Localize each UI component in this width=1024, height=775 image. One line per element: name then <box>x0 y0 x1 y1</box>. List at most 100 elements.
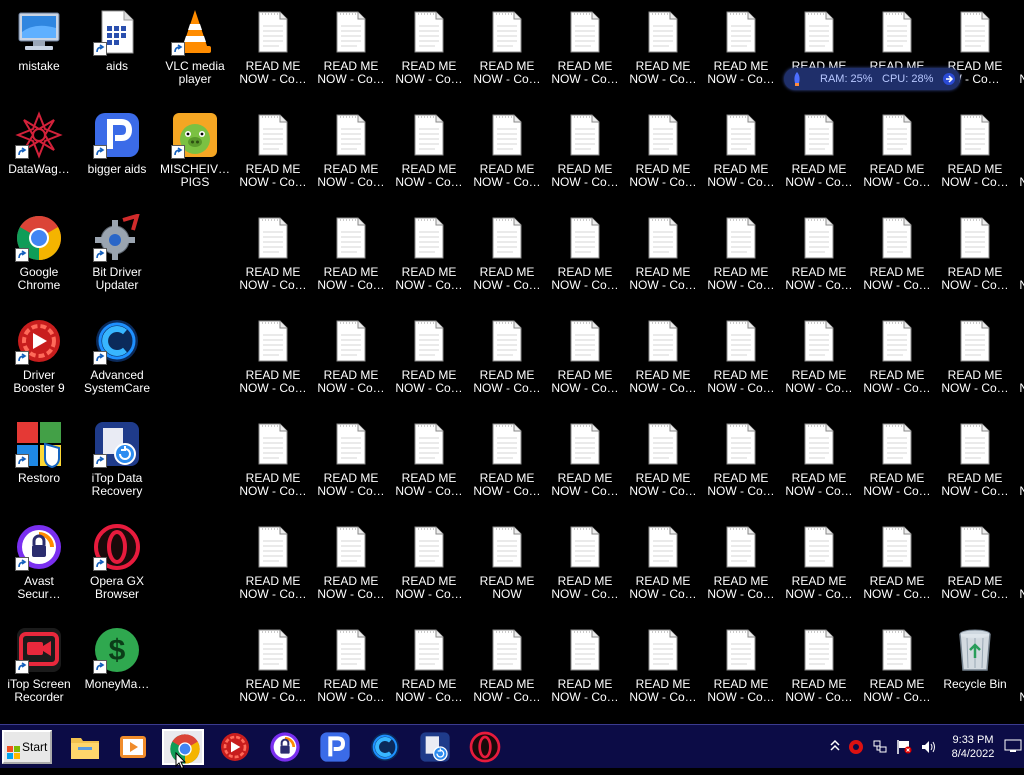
desktop-icon-gear[interactable]: Bit Driver Updater <box>78 210 156 310</box>
readme-file[interactable]: READ ME NOW - Co… <box>702 4 780 104</box>
desktop-icon-p-letter[interactable]: bigger aids <box>78 107 156 207</box>
desktop-icon-money[interactable]: $ MoneyMa… <box>78 622 156 722</box>
desktop-icon-datawag[interactable]: DataWag… <box>0 107 78 207</box>
readme-file[interactable]: READ ME NOW - Co… <box>936 416 1014 516</box>
readme-file[interactable]: READ ME NOW - Co… <box>234 210 312 310</box>
readme-file[interactable]: READ ME NOW - Co… <box>1014 210 1024 310</box>
readme-file[interactable]: READ ME NOW - Co… <box>780 210 858 310</box>
desktop-icon-systemcare[interactable]: Advanced SystemCare <box>78 313 156 413</box>
readme-file[interactable]: READ ME NOW - Co… <box>702 622 780 722</box>
desktop-icon-data-recovery[interactable]: iTop Data Recovery <box>78 416 156 516</box>
readme-file[interactable]: READ ME NOW - Co… <box>858 416 936 516</box>
readme-file[interactable]: READ ME NOW - Co… <box>468 622 546 722</box>
start-button[interactable]: Start <box>2 730 52 764</box>
readme-file[interactable]: READ ME NOW - Co… <box>390 107 468 207</box>
readme-file[interactable]: READ ME NOW - Co… <box>936 313 1014 413</box>
readme-file[interactable]: READ ME NOW - Co… <box>780 519 858 619</box>
readme-file[interactable]: READ ME NOW - Co… <box>702 416 780 516</box>
readme-file[interactable]: READ ME NOW - Co… <box>624 313 702 413</box>
flag-warning-icon[interactable] <box>896 739 912 760</box>
readme-file[interactable]: READ ME NOW - Co… <box>546 107 624 207</box>
desktop-icon-opera-gx[interactable]: Opera GX Browser <box>78 519 156 619</box>
readme-file[interactable]: READ ME NOW - Co… <box>468 107 546 207</box>
taskbar-advanced-systemcare-button[interactable] <box>364 729 406 765</box>
taskbar-driver-booster-button[interactable] <box>214 729 256 765</box>
readme-file[interactable]: READ ME NOW - Co… <box>546 519 624 619</box>
desktop-icon-pig-game[interactable]: MISCHEIV… PIGS <box>156 107 234 207</box>
readme-file[interactable]: READ ME NOW - Co… <box>858 107 936 207</box>
readme-file[interactable]: READ ME NOW - Co… <box>702 107 780 207</box>
readme-file[interactable]: READ ME NOW - Co… <box>468 210 546 310</box>
driver-booster-tray-icon[interactable] <box>848 739 864 760</box>
readme-file[interactable]: READ ME NOW - Co… <box>624 4 702 104</box>
readme-file[interactable]: READ ME NOW - Co… <box>390 4 468 104</box>
readme-file[interactable]: READ ME NOW - Co… <box>936 107 1014 207</box>
taskbar-file-explorer-button[interactable] <box>64 729 106 765</box>
taskbar-avast-button[interactable] <box>264 729 306 765</box>
desktop-icon-computer[interactable]: mistake <box>0 4 78 104</box>
readme-file[interactable]: READ ME NOW - Co… <box>546 313 624 413</box>
readme-file[interactable]: READ ME NOW - Co… <box>390 622 468 722</box>
readme-file[interactable]: READ ME NOW - Co… <box>390 416 468 516</box>
desktop-icon-vlc-cone[interactable]: VLC media player <box>156 4 234 104</box>
readme-file[interactable]: READ ME NOW - Co… <box>546 416 624 516</box>
readme-file[interactable]: READ ME NOW - Co… <box>546 210 624 310</box>
readme-file[interactable]: READ ME NOW - Co… <box>858 313 936 413</box>
readme-file[interactable]: READ ME NOW - Co… <box>780 107 858 207</box>
readme-file[interactable]: READ ME NOW - Co… <box>546 4 624 104</box>
readme-file[interactable]: READ ME NOW - Co… <box>1014 313 1024 413</box>
show-desktop-icon[interactable] <box>1004 739 1022 758</box>
readme-file[interactable]: READ ME NOW - Co… <box>1014 107 1024 207</box>
readme-file[interactable]: READ ME NOW - Co… <box>1014 519 1024 619</box>
clock[interactable]: 9:33 PM 8/4/2022 <box>940 733 1006 761</box>
readme-file[interactable]: READ ME NOW - Co… <box>936 210 1014 310</box>
readme-file[interactable]: READ ME NOW - Co… <box>234 107 312 207</box>
readme-file[interactable]: READ ME NOW - Co… <box>234 519 312 619</box>
readme-file[interactable]: READ ME NOW - Co… <box>312 416 390 516</box>
readme-file[interactable]: READ ME NOW - Co… <box>234 4 312 104</box>
taskbar-opera-gx-button[interactable] <box>464 729 506 765</box>
volume-icon[interactable] <box>920 739 938 760</box>
readme-file[interactable]: READ ME NOW - Co… <box>702 519 780 619</box>
readme-file[interactable]: READ ME NOW - Co… <box>624 210 702 310</box>
readme-file[interactable]: READ ME NOW - Co… <box>390 210 468 310</box>
desktop-icon-chrome[interactable]: Google Chrome <box>0 210 78 310</box>
readme-file[interactable]: READ ME NOW - Co… <box>390 519 468 619</box>
readme-file[interactable]: READ ME NOW - Co… <box>312 4 390 104</box>
resource-monitor-widget[interactable]: RAM: 25% CPU: 28% <box>784 68 960 90</box>
readme-file[interactable]: READ ME NOW - Co… <box>546 622 624 722</box>
readme-file[interactable]: READ ME NOW - Co… <box>312 622 390 722</box>
chevron-up-icon[interactable] <box>830 739 840 758</box>
desktop-icon-driver-booster[interactable]: Driver Booster 9 <box>0 313 78 413</box>
readme-file[interactable]: READ ME NOW - Co… <box>234 313 312 413</box>
readme-file[interactable]: READ ME NOW - Co… <box>234 416 312 516</box>
network-icon[interactable] <box>872 739 888 760</box>
readme-file[interactable]: READ ME NOW - Co… <box>624 416 702 516</box>
readme-file[interactable]: READ ME NOW - Co… <box>312 107 390 207</box>
desktop-icon-document[interactable]: aids <box>78 4 156 104</box>
readme-file[interactable]: READ ME NOW - Co… <box>702 210 780 310</box>
taskbar-media-player-button[interactable] <box>112 729 154 765</box>
readme-file[interactable]: READ ME NOW - Co… <box>780 313 858 413</box>
readme-file[interactable]: READ ME NOW - Co… <box>1014 4 1024 104</box>
readme-file[interactable]: READ ME NOW - Co… <box>624 107 702 207</box>
readme-file[interactable]: READ ME NOW - Co… <box>936 519 1014 619</box>
taskbar-itop-data-recovery-button[interactable] <box>414 729 456 765</box>
readme-file[interactable]: READ ME NOW - Co… <box>468 313 546 413</box>
readme-file[interactable]: READ ME NOW - Co… <box>780 416 858 516</box>
recycle-bin[interactable]: Recycle Bin <box>936 622 1014 722</box>
readme-file[interactable]: READ ME NOW - Co… <box>624 622 702 722</box>
readme-file[interactable]: READ ME NOW <box>468 519 546 619</box>
readme-file[interactable]: READ ME NOW - Co… <box>312 519 390 619</box>
readme-file[interactable]: READ ME NOW - Co… <box>234 622 312 722</box>
readme-file[interactable]: READ ME NOW - Co… <box>312 210 390 310</box>
taskbar-bigger-aids-button[interactable] <box>314 729 356 765</box>
readme-file[interactable]: READ ME NOW - Co… <box>1014 622 1024 722</box>
desktop-icon-avast-lock[interactable]: Avast Secur… <box>0 519 78 619</box>
arrow-right-icon[interactable] <box>942 71 956 95</box>
readme-file[interactable]: READ ME NOW - Co… <box>390 313 468 413</box>
readme-file[interactable]: READ ME NOW - Co… <box>858 622 936 722</box>
desktop-icon-screen-recorder[interactable]: iTop Screen Recorder <box>0 622 78 722</box>
readme-file[interactable]: READ ME NOW - Co… <box>780 622 858 722</box>
desktop[interactable]: mistake aids VLC media player DataWag… bigge… <box>0 0 1024 724</box>
